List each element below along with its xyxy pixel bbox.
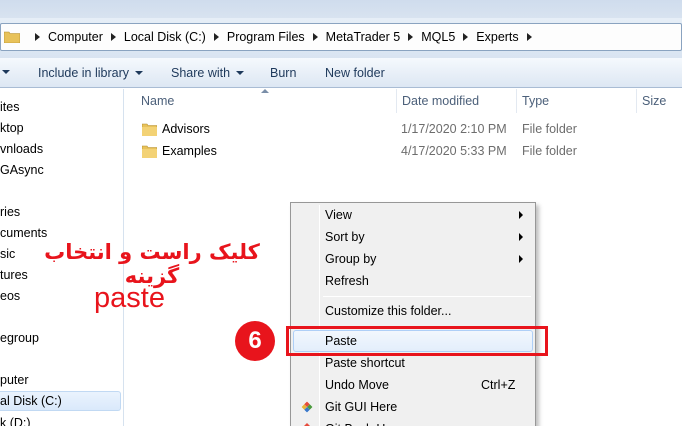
menu-item-label: View	[325, 208, 352, 222]
menu-item-customize-folder[interactable]: Customize this folder...	[293, 300, 533, 322]
menu-item-label: Customize this folder...	[325, 304, 452, 318]
menu-item-group-by[interactable]: Group by	[293, 248, 533, 270]
folder-icon	[142, 145, 157, 158]
nav-item-local-disk-c[interactable]: al Disk (C:)	[0, 391, 121, 411]
share-with-label: Share with	[171, 65, 231, 80]
menu-item-label: Undo Move	[325, 378, 389, 392]
chevron-right-icon[interactable]	[312, 33, 318, 41]
file-name[interactable]: Examples	[162, 141, 217, 161]
window-title-bar	[0, 0, 682, 18]
menu-item-sort-by[interactable]: Sort by	[293, 226, 533, 248]
breadcrumb: Computer Local Disk (C:) Program Files M…	[25, 24, 540, 50]
folder-icon	[142, 123, 157, 136]
menu-item-git-bash[interactable]: Git Bash Here	[293, 418, 533, 426]
breadcrumb-computer[interactable]: Computer	[48, 30, 103, 44]
nav-item-local-disk-d[interactable]: k (D:)	[0, 413, 31, 426]
share-with-button[interactable]: Share with	[171, 58, 245, 87]
menu-item-label: Group by	[325, 252, 377, 266]
menu-separator	[323, 296, 531, 297]
new-folder-button[interactable]: New folder	[325, 58, 385, 87]
breadcrumb-mql5[interactable]: MQL5	[421, 30, 455, 44]
new-folder-label: New folder	[325, 65, 385, 80]
nav-item-favorites[interactable]: ites	[0, 97, 19, 117]
column-divider[interactable]	[516, 89, 517, 113]
chevron-right-icon[interactable]	[213, 33, 219, 41]
chevron-right-icon[interactable]	[526, 33, 532, 41]
column-header-date-modified[interactable]: Date modified	[402, 89, 479, 113]
menu-item-label: Git GUI Here	[325, 400, 398, 414]
menu-item-refresh[interactable]: Refresh	[293, 270, 533, 292]
folder-icon	[4, 31, 20, 43]
file-type: File folder	[522, 122, 577, 136]
file-name[interactable]: Advisors	[162, 119, 210, 139]
chevron-right-icon[interactable]	[110, 33, 116, 41]
step-number-badge: 6	[235, 321, 275, 361]
menu-item-label: Git Bash Here	[325, 418, 404, 426]
nav-item-gasync[interactable]: GAsync	[0, 160, 44, 180]
menu-item-shortcut: Ctrl+Z	[481, 378, 516, 392]
nav-item-homegroup[interactable]: egroup	[0, 328, 39, 348]
include-in-library-label: Include in library	[38, 65, 130, 80]
context-menu: View Sort by Group by Refresh Customize …	[290, 202, 536, 426]
column-header-type[interactable]: Type	[522, 89, 549, 113]
nav-item-desktop[interactable]: ktop	[0, 118, 24, 138]
nav-item-libraries[interactable]: ries	[0, 202, 20, 222]
column-divider[interactable]	[396, 89, 397, 113]
chevron-down-icon[interactable]	[2, 70, 10, 74]
chevron-right-icon[interactable]	[408, 33, 414, 41]
menu-item-label: Refresh	[325, 274, 369, 288]
column-header-size[interactable]: Size	[642, 89, 666, 113]
menu-item-label: Sort by	[325, 230, 365, 244]
nav-item-music[interactable]: sic	[0, 244, 15, 264]
file-type: File folder	[522, 144, 577, 158]
chevron-down-icon	[236, 70, 245, 75]
burn-label: Burn	[270, 65, 297, 80]
breadcrumb-experts[interactable]: Experts	[476, 30, 518, 44]
file-date: 1/17/2020 2:10 PM	[401, 122, 507, 136]
nav-item-videos[interactable]: eos	[0, 286, 20, 306]
chevron-right-icon	[519, 211, 523, 219]
include-in-library-button[interactable]: Include in library	[38, 58, 144, 87]
nav-item-computer[interactable]: puter	[0, 370, 29, 390]
address-bar-area: Computer Local Disk (C:) Program Files M…	[0, 18, 682, 58]
sort-ascending-icon	[261, 89, 269, 93]
breadcrumb-metatrader[interactable]: MetaTrader 5	[326, 30, 401, 44]
git-gui-icon	[301, 401, 313, 413]
burn-button[interactable]: Burn	[270, 58, 296, 87]
column-divider[interactable]	[636, 89, 637, 113]
annotation-instruction-persian: کلیک راست و انتخاب گزینه	[44, 240, 260, 288]
chevron-right-icon[interactable]	[35, 33, 40, 41]
address-bar[interactable]: Computer Local Disk (C:) Program Files M…	[0, 23, 682, 51]
breadcrumb-local-disk[interactable]: Local Disk (C:)	[124, 30, 206, 44]
menu-item-view[interactable]: View	[293, 204, 533, 226]
file-date: 4/17/2020 5:33 PM	[401, 144, 507, 158]
chevron-right-icon	[519, 255, 523, 263]
command-toolbar: Include in library Share with Burn New f…	[0, 58, 682, 88]
chevron-right-icon	[519, 233, 523, 241]
menu-item-git-gui[interactable]: Git GUI Here	[293, 396, 533, 418]
breadcrumb-program-files[interactable]: Program Files	[227, 30, 305, 44]
chevron-down-icon	[135, 70, 144, 75]
annotation-highlight-box	[286, 326, 548, 356]
annotation-instruction-paste: paste	[94, 282, 165, 314]
column-header-name[interactable]: Name	[141, 89, 174, 113]
nav-item-downloads[interactable]: vnloads	[0, 139, 43, 159]
menu-item-undo-move[interactable]: Undo Move Ctrl+Z	[293, 374, 533, 396]
chevron-right-icon[interactable]	[463, 33, 469, 41]
